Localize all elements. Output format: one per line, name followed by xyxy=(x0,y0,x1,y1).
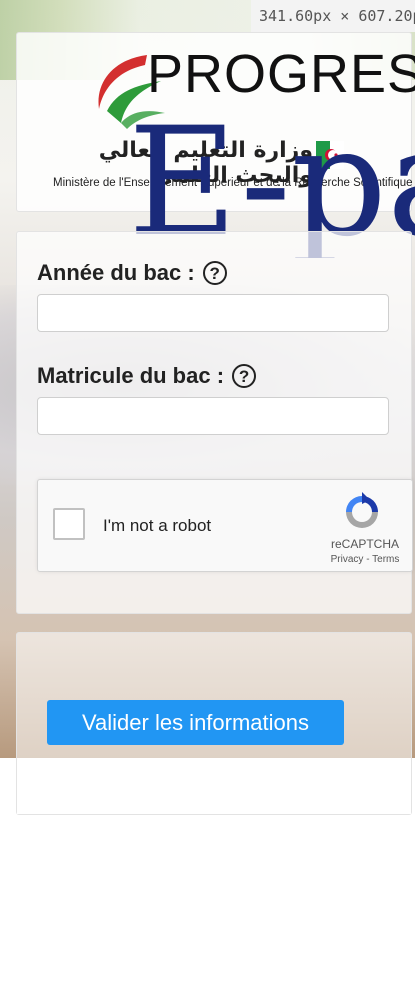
recaptcha-label: I'm not a robot xyxy=(103,516,212,535)
matricule-label-row: Matricule du bac : ? xyxy=(37,363,257,389)
submit-card: Valider les informations xyxy=(16,632,412,815)
matricule-label: Matricule du bac : xyxy=(37,363,225,388)
login-form-card: Année du bac : ? Matricule du bac : ? I'… xyxy=(16,231,413,614)
recaptcha-privacy-link[interactable]: Privacy xyxy=(331,554,364,565)
recaptcha-terms-link[interactable]: Terms xyxy=(372,554,399,565)
validate-button[interactable]: Valider les informations xyxy=(47,700,344,745)
year-label: Année du bac : xyxy=(37,260,195,285)
help-icon[interactable]: ? xyxy=(202,261,227,285)
logo-title: PROGRES xyxy=(147,44,415,104)
year-input[interactable] xyxy=(37,294,389,332)
recaptcha-brand: reCAPTCHA xyxy=(330,537,399,551)
recaptcha-link-separator: - xyxy=(363,554,373,565)
submit-card-footer xyxy=(17,759,411,814)
matricule-input[interactable] xyxy=(37,397,389,435)
help-icon[interactable]: ? xyxy=(232,364,257,388)
devtools-dimensions-label: 341.60px × 607.20px xyxy=(251,0,415,32)
recaptcha-links: Privacy - Terms xyxy=(324,554,406,565)
recaptcha-checkbox[interactable] xyxy=(53,508,85,540)
year-label-row: Année du bac : ? xyxy=(37,260,227,286)
recaptcha-widget: I'm not a robot reCAPTCHA Privacy - Term… xyxy=(37,479,413,572)
recaptcha-logo-icon xyxy=(346,492,378,528)
